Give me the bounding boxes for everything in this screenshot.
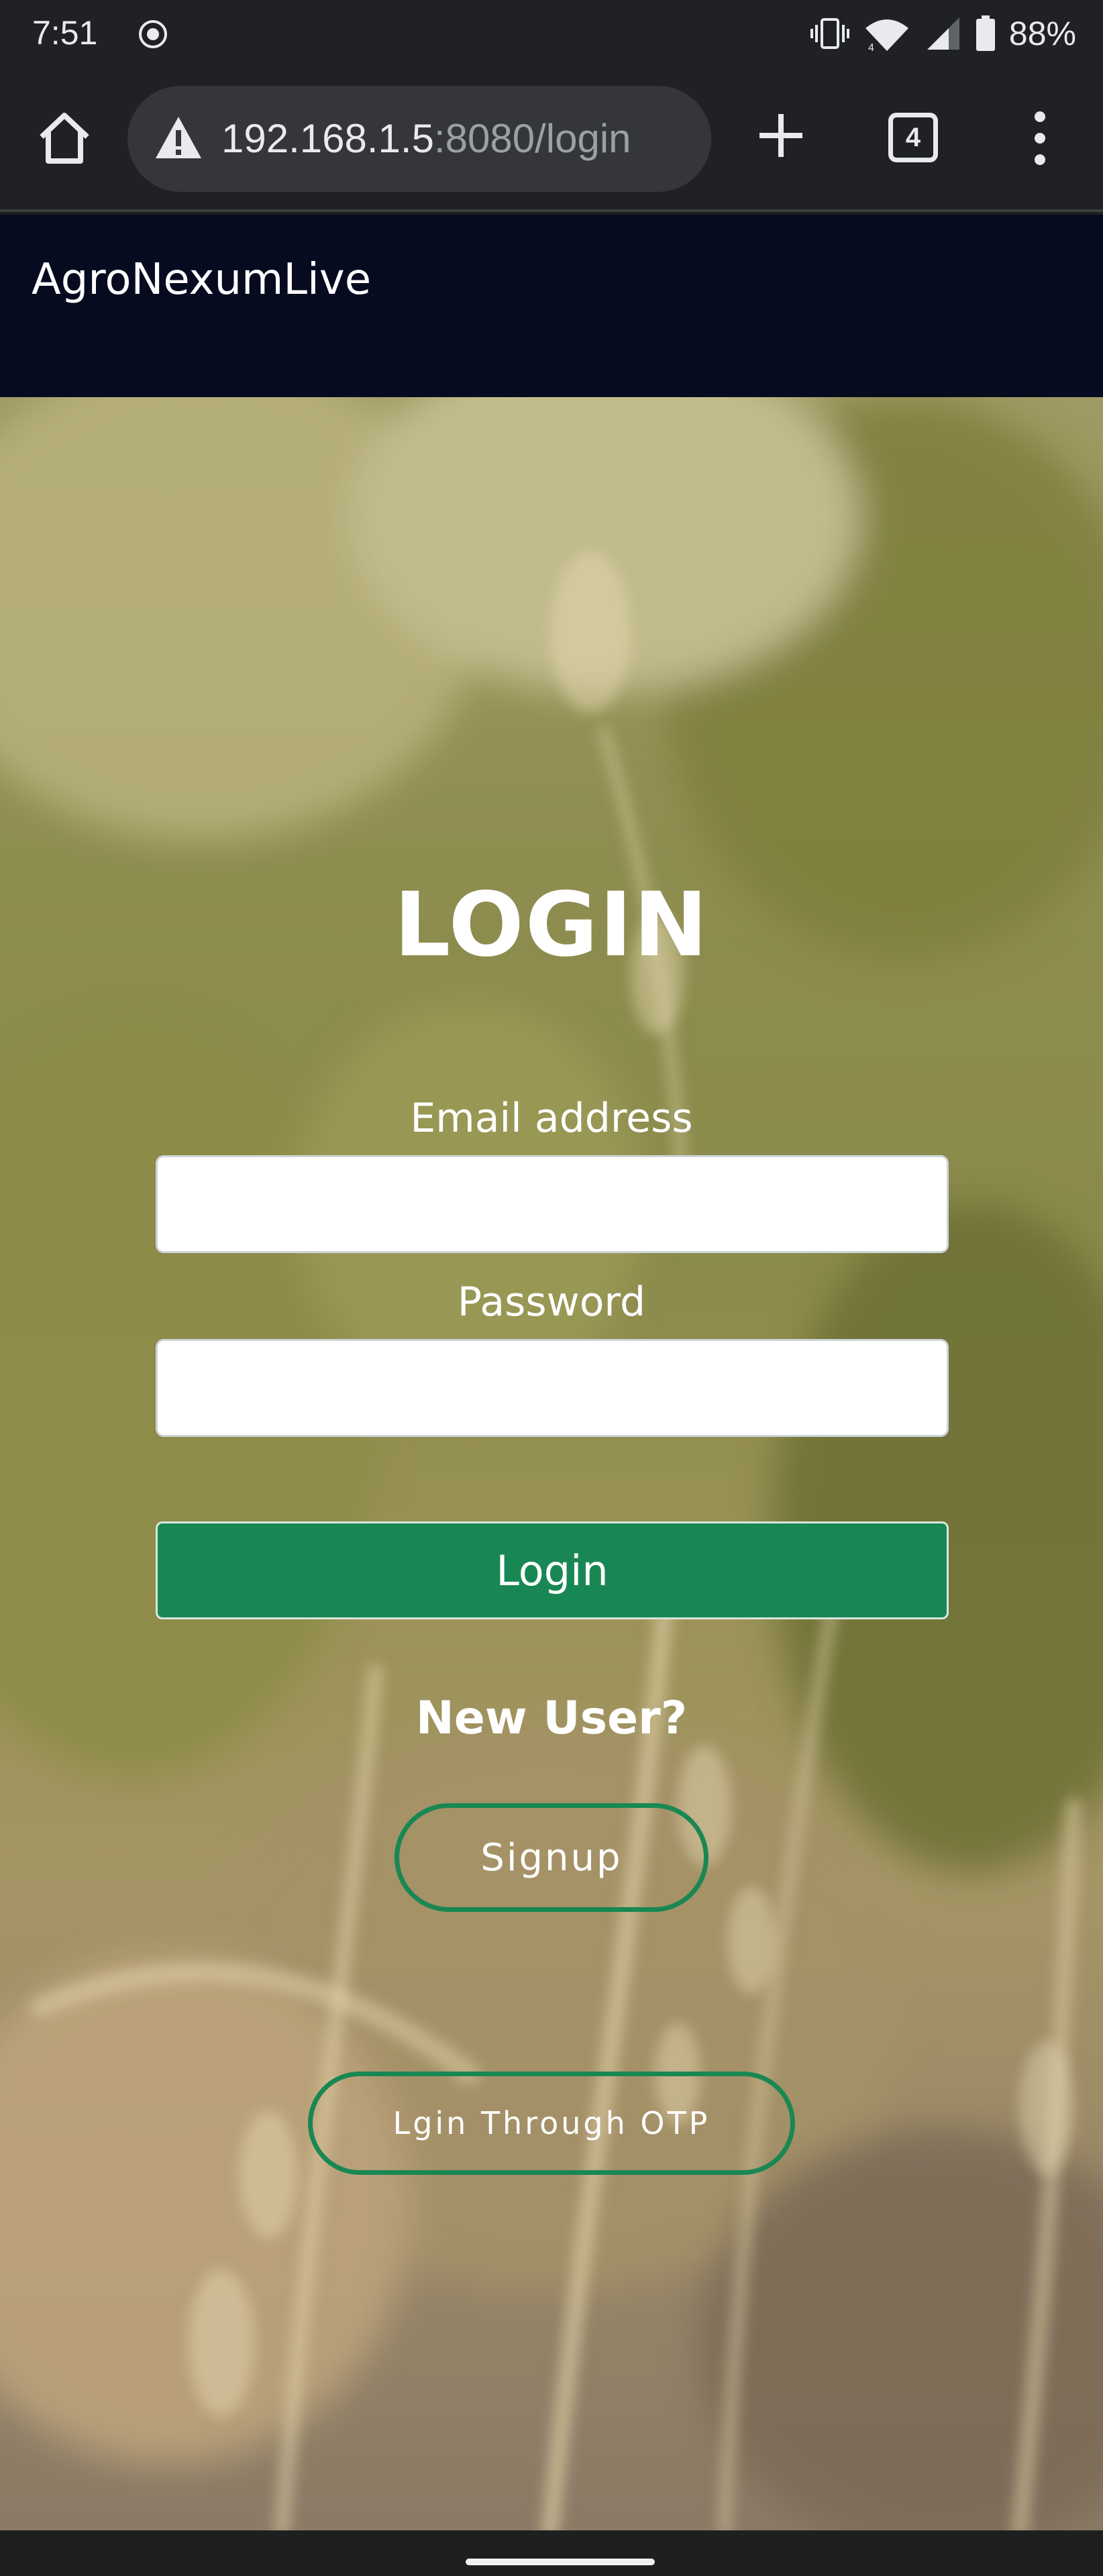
status-bar: 7:51 4 88% (0, 0, 1103, 67)
brand-link[interactable]: AgroNexumLive (32, 255, 371, 305)
otp-login-button[interactable]: Lgin Through OTP (308, 2072, 795, 2175)
otp-login-button-label: Lgin Through OTP (392, 2105, 711, 2141)
site-navbar: AgroNexumLive (0, 215, 1103, 397)
not-secure-warning-icon[interactable] (154, 115, 203, 160)
login-button[interactable]: Login (156, 1521, 949, 1619)
email-label: Email address (410, 1095, 693, 1142)
vibrate-icon (810, 18, 849, 49)
login-title: LOGIN (394, 873, 709, 977)
more-menu-icon[interactable] (1027, 109, 1053, 168)
screen-record-icon (139, 20, 167, 48)
url-host: 192.168.1.5 (221, 116, 434, 161)
signup-button[interactable]: Signup (395, 1803, 708, 1912)
signup-button-label: Signup (480, 1835, 623, 1880)
new-user-heading: New User? (415, 1692, 688, 1745)
wifi-icon: 4 (865, 19, 908, 52)
new-tab-icon[interactable] (754, 109, 808, 162)
tab-count: 4 (905, 122, 921, 152)
password-label: Password (457, 1279, 646, 1326)
battery-percent: 88% (1008, 15, 1076, 52)
grass-background-image (0, 397, 1103, 2530)
status-time: 7:51 (32, 14, 98, 52)
browser-toolbar: 192.168.1.5:8080/login 4 (0, 67, 1103, 212)
home-icon[interactable] (35, 109, 94, 168)
url-text[interactable]: 192.168.1.5:8080/login (221, 115, 631, 162)
navigation-gesture-bar (0, 2530, 1103, 2576)
tab-switcher-icon[interactable]: 4 (888, 113, 938, 162)
email-field[interactable] (156, 1155, 949, 1253)
battery-icon (976, 15, 995, 51)
gesture-handle[interactable] (466, 2559, 655, 2565)
password-field[interactable] (156, 1339, 949, 1437)
cell-signal-icon (927, 17, 959, 50)
login-button-label: Login (496, 1546, 609, 1595)
address-bar[interactable]: 192.168.1.5:8080/login (127, 86, 711, 192)
url-path: :8080/login (433, 116, 631, 161)
svg-text:4: 4 (868, 42, 874, 52)
login-hero: LOGIN Email address Password Login New U… (0, 397, 1103, 2530)
